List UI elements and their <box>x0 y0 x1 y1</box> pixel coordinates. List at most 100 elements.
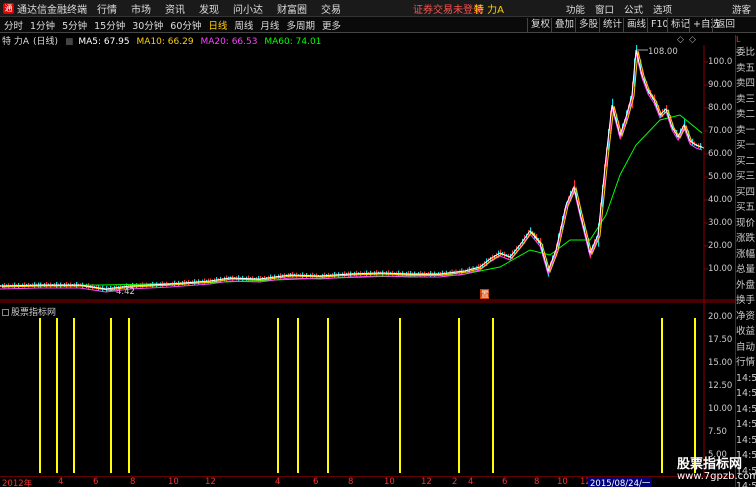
side-panel-item[interactable]: 换手 <box>736 293 756 309</box>
indicator-tick-label: 20.00 <box>708 312 733 322</box>
menu-ask[interactable]: 问小达 <box>233 1 263 16</box>
title-right-menu: 功能 窗口 公式 选项 游客 <box>561 0 756 17</box>
side-panel-item[interactable]: 自动 <box>736 340 756 356</box>
max-price-label: 108.00 <box>648 47 678 57</box>
date-tick-label: 4 <box>275 477 281 487</box>
indicator-signal-bars <box>39 318 696 473</box>
min-price-label: 4.42 <box>116 287 135 297</box>
login-status[interactable]: 证券交易未登录 <box>413 1 483 16</box>
quote-side-panel: L 委比 卖五 卖四 卖三 卖二 卖一 买一 买二 买三 买四 买五 现价 涨跌 涨幅 总量 外盘 换手 净资 收益自… <box>735 35 756 487</box>
menu-market[interactable]: 市场 <box>131 1 151 16</box>
date-tick-label: 4 <box>58 477 64 487</box>
btn-overlay[interactable]: 叠加 <box>551 18 577 32</box>
tab-more[interactable]: 更多 <box>322 18 341 32</box>
side-panel-item[interactable]: 买五 <box>736 200 756 216</box>
price-tick-label: 40.00 <box>708 195 733 205</box>
side-panel-item[interactable]: 买三 <box>736 169 756 185</box>
ma10-line <box>1 50 705 291</box>
watermark-url: www.7gpzb.com <box>677 471 756 482</box>
menu-options[interactable]: 选项 <box>653 2 672 16</box>
tab-intraday[interactable]: 分时 <box>4 18 23 32</box>
btn-back[interactable]: 返回 <box>712 18 738 32</box>
title-bar: 通 通达信金融终端 行情 市场 资讯 发现 问小达 财富圈 交易 证券交易未登录… <box>0 0 756 17</box>
date-tick-label: 2012年 <box>2 479 33 487</box>
chart-collapse-icon[interactable]: ◇ <box>689 35 696 45</box>
price-tick-label: 30.00 <box>708 218 733 228</box>
price-tick-label: 60.00 <box>708 149 733 159</box>
side-panel-item[interactable]: L <box>736 35 756 45</box>
ma60-line <box>0 114 703 287</box>
tab-5min[interactable]: 5分钟 <box>62 18 87 32</box>
date-tick-label: 12 <box>421 477 432 487</box>
menu-function[interactable]: 功能 <box>566 2 585 16</box>
chart-canvas[interactable]: 108.00 4.42 置 <box>0 45 735 476</box>
side-panel-item[interactable]: 卖三 <box>736 92 756 108</box>
tab-weekly[interactable]: 周线 <box>234 18 253 32</box>
tab-60min[interactable]: 60分钟 <box>170 18 201 32</box>
date-tick-label: 6 <box>93 477 99 487</box>
indicator-name: 股票指标网 <box>11 308 57 318</box>
tab-30min[interactable]: 30分钟 <box>132 18 163 32</box>
ma20-line <box>0 52 703 293</box>
side-panel-item[interactable]: 14:50 <box>736 371 756 387</box>
ma5-line <box>0 49 703 290</box>
btn-stats[interactable]: 统计 <box>599 18 625 32</box>
side-panel-item[interactable]: 净资 <box>736 309 756 325</box>
tab-daily[interactable]: 日线 <box>208 18 227 32</box>
watermark-title: 股票指标网 <box>677 457 743 472</box>
date-tick-label: 10 <box>168 477 179 487</box>
btn-multi-stock[interactable]: 多股 <box>575 18 601 32</box>
side-panel-item[interactable]: 收益 <box>736 324 756 340</box>
candlestick-series <box>0 45 702 293</box>
side-panel-item[interactable]: 涨跌 <box>736 231 756 247</box>
chart-expand-icon[interactable]: ◇ <box>677 35 684 45</box>
side-panel-item[interactable]: 外盘 <box>736 278 756 294</box>
date-tick-label: 2 <box>452 477 458 487</box>
indicator-collapse-icon[interactable] <box>2 309 9 316</box>
menu-quotes[interactable]: 行情 <box>97 1 117 16</box>
date-tick-label: 8 <box>348 477 354 487</box>
side-panel-item[interactable]: 买一 <box>736 138 756 154</box>
menu-news[interactable]: 资讯 <box>165 1 185 16</box>
side-panel-item[interactable]: 买四 <box>736 185 756 201</box>
price-ticks <box>704 61 708 270</box>
price-tick-label: 90.00 <box>708 80 733 90</box>
cursor-date: 2015/08/24/一 <box>588 477 653 487</box>
period-toolbar: 分时 1分钟 5分钟 15分钟 30分钟 60分钟 日线 周线 月线 多周期 更… <box>0 17 756 33</box>
side-panel-item[interactable]: 14:50 <box>736 433 756 449</box>
date-axis: 2012年 4 6 8 10 12 4 6 8 10 12 2 4 6 8 10 12 2015/08/24/一 <box>0 476 735 487</box>
btn-adjust[interactable]: 复权 <box>527 18 553 32</box>
app-logo-icon: 通 <box>3 2 14 14</box>
menu-wealth[interactable]: 财富圈 <box>277 1 307 16</box>
btn-draw[interactable]: 画线 <box>623 18 649 32</box>
side-panel-item[interactable]: 14:50 <box>736 417 756 433</box>
side-panel-item[interactable]: 卖二 <box>736 107 756 123</box>
side-panel-item[interactable]: 14:50 <box>736 386 756 402</box>
side-panel-item[interactable]: 总量 <box>736 262 756 278</box>
date-tick-label: 10 <box>557 477 568 487</box>
tab-multi-period[interactable]: 多周期 <box>286 18 315 32</box>
side-panel-item[interactable]: 14:50 <box>736 402 756 418</box>
tab-monthly[interactable]: 月线 <box>260 18 279 32</box>
menu-trade[interactable]: 交易 <box>321 1 341 16</box>
tab-15min[interactable]: 15分钟 <box>94 18 125 32</box>
signal-marker-text: 置 <box>481 290 489 299</box>
side-panel-item[interactable]: 委比 <box>736 45 756 61</box>
indicator-tick-label: 10.00 <box>708 404 733 414</box>
user-guest[interactable]: 游客 <box>732 2 751 16</box>
menu-discover[interactable]: 发现 <box>199 1 219 16</box>
indicator-tick-label: 7.50 <box>708 427 727 437</box>
price-tick-label: 20.00 <box>708 241 733 251</box>
tab-1min[interactable]: 1分钟 <box>30 18 55 32</box>
menu-window[interactable]: 窗口 <box>595 2 614 16</box>
side-panel-item[interactable]: 卖五 <box>736 61 756 77</box>
side-panel-item[interactable]: 现价 <box>736 216 756 232</box>
side-panel-item[interactable]: 行情 <box>736 355 756 371</box>
side-panel-item[interactable]: 卖一 <box>736 123 756 139</box>
indicator-tick-label: 12.50 <box>708 381 733 391</box>
menu-formula[interactable]: 公式 <box>624 2 643 16</box>
side-panel-item[interactable]: 涨幅 <box>736 247 756 263</box>
side-panel-item[interactable]: 买二 <box>736 154 756 170</box>
indicator-tick-label: 15.00 <box>708 358 733 368</box>
side-panel-item[interactable]: 卖四 <box>736 76 756 92</box>
